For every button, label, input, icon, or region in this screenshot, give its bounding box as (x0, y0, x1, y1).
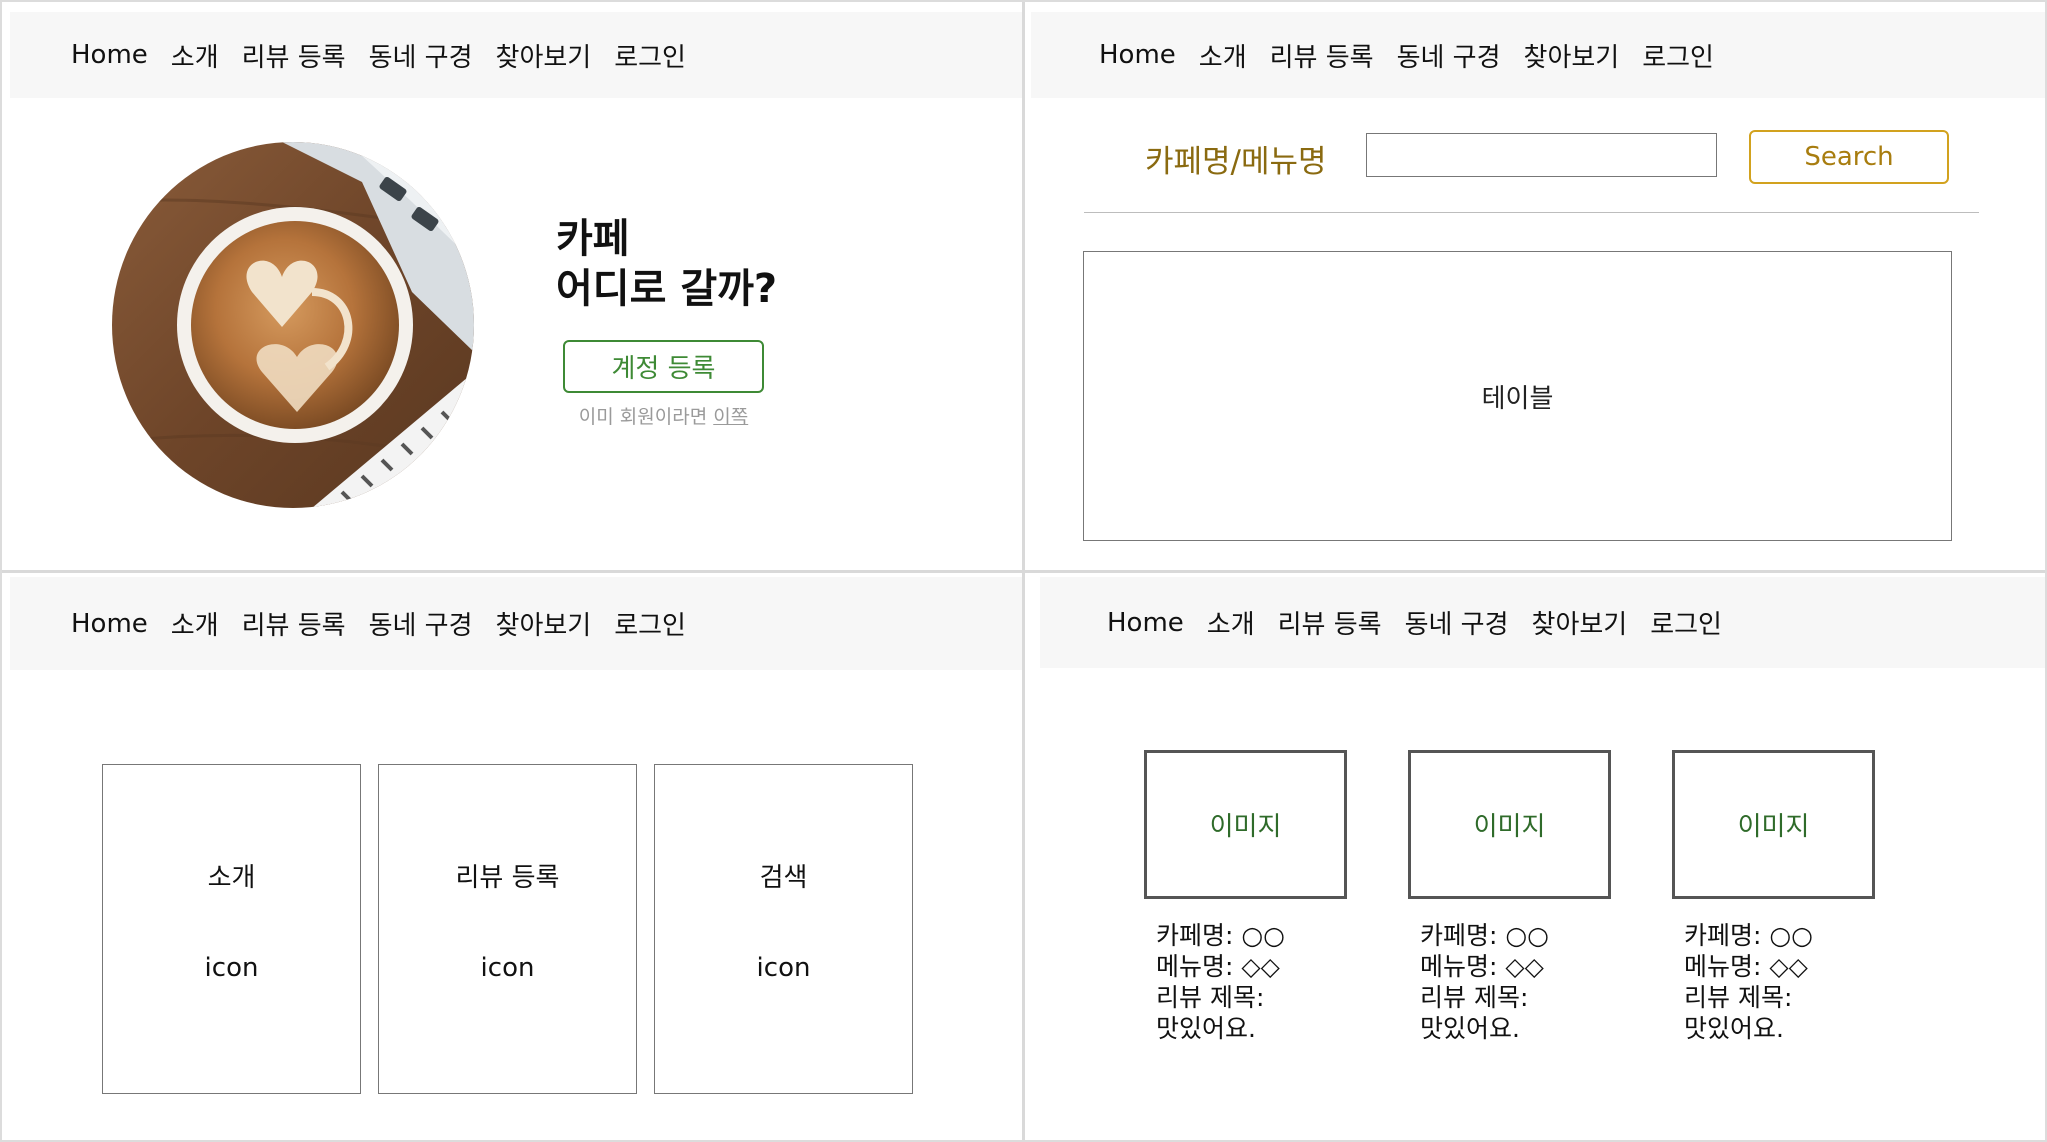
features-panel: Home 소개 리뷰 등록 동네 구경 찾아보기 로그인 소개 icon 리뷰 … (0, 572, 1023, 1142)
nav-neighborhood[interactable]: 동네 구경 (1397, 37, 1501, 74)
nav-about[interactable]: 소개 (1207, 604, 1255, 641)
hero-title: 카페 어디로 갈까? (556, 214, 777, 314)
search-button[interactable]: Search (1749, 130, 1949, 184)
image-placeholder-label: 이미지 (1737, 812, 1810, 842)
nav-about[interactable]: 소개 (171, 605, 219, 642)
review-cafe-name: 카페명: ○○ (1684, 921, 1813, 950)
landing-panel: Home 소개 리뷰 등록 동네 구경 찾아보기 로그인 카페 어디로 갈까? … (0, 0, 1023, 571)
review-menu-name: 메뉴명: ◇◇ (1420, 952, 1544, 981)
review-title: 리뷰 제목: (1420, 983, 1529, 1012)
review-menu-name: 메뉴명: ◇◇ (1684, 952, 1808, 981)
feature-card-title: 리뷰 등록 (455, 863, 560, 893)
coffee-hero-image (112, 142, 474, 508)
feature-card-about[interactable]: 소개 icon (102, 764, 361, 1094)
search-input[interactable] (1366, 133, 1717, 177)
search-panel: Home 소개 리뷰 등록 동네 구경 찾아보기 로그인 카페명/메뉴명 Sea… (1024, 0, 2047, 571)
existing-member-label: 이미 회원이라면 (578, 406, 708, 428)
review-image-placeholder[interactable]: 이미지 (1408, 750, 1611, 899)
register-account-button[interactable]: 계정 등록 (563, 340, 764, 393)
image-placeholder-label: 이미지 (1473, 812, 1546, 842)
image-placeholder-label: 이미지 (1209, 812, 1282, 842)
nav-review-register[interactable]: 리뷰 등록 (1270, 37, 1374, 74)
feature-card-title: 소개 (207, 863, 256, 893)
hero-title-line2: 어디로 갈까? (556, 266, 778, 312)
feature-icon-placeholder: icon (204, 953, 259, 983)
search-label: 카페명/메뉴명 (1145, 144, 1327, 180)
review-title: 리뷰 제목: (1684, 983, 1793, 1012)
results-table-placeholder: 테이블 (1083, 251, 1952, 541)
nav-browse[interactable]: 찾아보기 (1524, 37, 1620, 74)
feature-card-review[interactable]: 리뷰 등록 icon (378, 764, 637, 1094)
nav-browse[interactable]: 찾아보기 (1532, 604, 1628, 641)
top-nav: Home 소개 리뷰 등록 동네 구경 찾아보기 로그인 (1031, 12, 2047, 98)
nav-neighborhood[interactable]: 동네 구경 (1405, 604, 1509, 641)
top-nav: Home 소개 리뷰 등록 동네 구경 찾아보기 로그인 (10, 12, 1022, 98)
nav-review-register[interactable]: 리뷰 등록 (242, 605, 346, 642)
nav-review-register[interactable]: 리뷰 등록 (242, 37, 346, 74)
nav-login[interactable]: 로그인 (1650, 604, 1722, 641)
nav-home[interactable]: Home (1107, 608, 1184, 638)
nav-home[interactable]: Home (1099, 40, 1176, 70)
review-info: 카페명: ○○ 메뉴명: ◇◇ 리뷰 제목: 맛있어요. (1156, 920, 1285, 1044)
nav-login[interactable]: 로그인 (1642, 37, 1714, 74)
nav-neighborhood[interactable]: 동네 구경 (369, 605, 473, 642)
review-title: 리뷰 제목: (1156, 983, 1265, 1012)
review-cafe-name: 카페명: ○○ (1156, 921, 1285, 950)
review-body: 맛있어요. (1420, 1014, 1520, 1043)
feature-icon-placeholder: icon (756, 953, 811, 983)
feature-card-search[interactable]: 검색 icon (654, 764, 913, 1094)
table-placeholder-label: 테이블 (1481, 383, 1554, 414)
nav-about[interactable]: 소개 (1199, 37, 1247, 74)
reviews-panel: Home 소개 리뷰 등록 동네 구경 찾아보기 로그인 이미지 카페명: ○○… (1024, 572, 2047, 1142)
nav-login[interactable]: 로그인 (614, 605, 686, 642)
review-info: 카페명: ○○ 메뉴명: ◇◇ 리뷰 제목: 맛있어요. (1684, 920, 1813, 1044)
review-image-placeholder[interactable]: 이미지 (1144, 750, 1347, 899)
nav-neighborhood[interactable]: 동네 구경 (369, 37, 473, 74)
nav-browse[interactable]: 찾아보기 (496, 37, 592, 74)
existing-member-text: 이미 회원이라면 이쪽 (563, 402, 764, 429)
nav-home[interactable]: Home (71, 40, 148, 70)
horizontal-divider (0, 570, 2047, 573)
top-nav: Home 소개 리뷰 등록 동네 구경 찾아보기 로그인 (10, 577, 1022, 670)
review-menu-name: 메뉴명: ◇◇ (1156, 952, 1280, 981)
review-image-placeholder[interactable]: 이미지 (1672, 750, 1875, 899)
review-body: 맛있어요. (1156, 1014, 1256, 1043)
top-nav: Home 소개 리뷰 등록 동네 구경 찾아보기 로그인 (1040, 577, 2047, 668)
hero-title-line1: 카페 (556, 216, 630, 262)
nav-login[interactable]: 로그인 (614, 37, 686, 74)
nav-browse[interactable]: 찾아보기 (496, 605, 592, 642)
feature-icon-placeholder: icon (480, 953, 535, 983)
feature-card-title: 검색 (759, 863, 808, 893)
review-body: 맛있어요. (1684, 1014, 1784, 1043)
nav-about[interactable]: 소개 (171, 37, 219, 74)
review-cafe-name: 카페명: ○○ (1420, 921, 1549, 950)
nav-review-register[interactable]: 리뷰 등록 (1278, 604, 1382, 641)
review-info: 카페명: ○○ 메뉴명: ◇◇ 리뷰 제목: 맛있어요. (1420, 920, 1549, 1044)
nav-home[interactable]: Home (71, 609, 148, 639)
divider (1084, 212, 1979, 213)
login-here-link[interactable]: 이쪽 (713, 406, 748, 428)
